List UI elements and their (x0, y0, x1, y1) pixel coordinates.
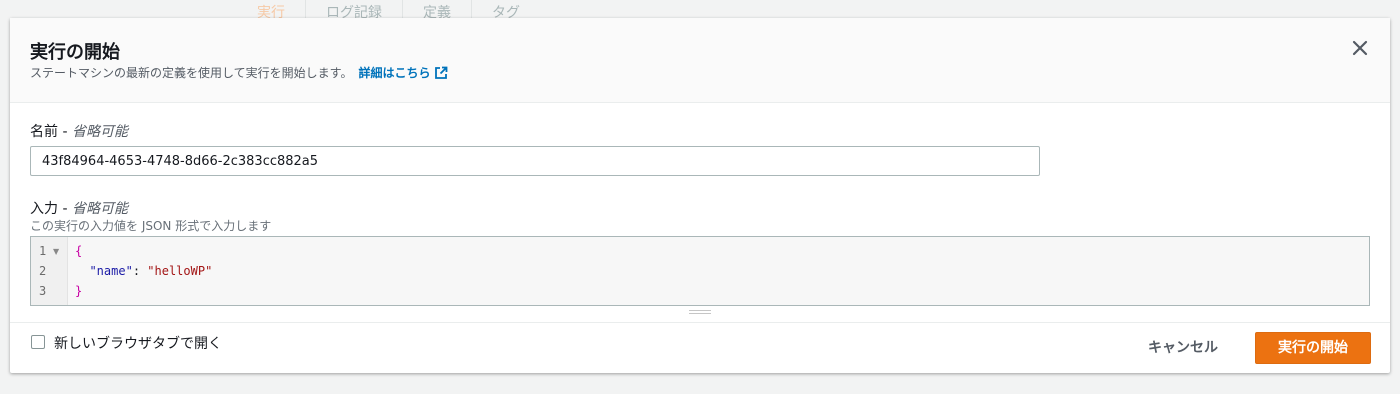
line-number: 2 (39, 264, 47, 278)
start-execution-button[interactable]: 実行の開始 (1255, 332, 1371, 364)
new-tab-label[interactable]: 新しいブラウザタブで開く (54, 333, 222, 353)
name-optional-text: 省略可能 (71, 124, 128, 140)
json-input-editor[interactable]: 1 ▼ 2 3 { "name": "helloWP" } (30, 236, 1370, 306)
tab-logging[interactable]: ログ記録 (306, 0, 403, 21)
code-line-2: "name": "helloWP" (75, 264, 212, 278)
input-field-label: 入力 - 省略可能 (30, 198, 128, 218)
cancel-button[interactable]: キャンセル (1133, 333, 1233, 363)
code-line-1: { (75, 244, 82, 258)
execution-name-input[interactable] (30, 146, 1040, 176)
input-label-text: 入力 - (30, 201, 72, 217)
name-field-label: 名前 - 省略可能 (30, 121, 128, 141)
modal-header: 実行の開始 ステートマシンの最新の定義を使用して実行を開始します。 詳細はこちら (10, 18, 1390, 103)
editor-resize-handle[interactable] (689, 308, 711, 316)
background-tabs: 実行 ログ記録 定義 タグ (237, 0, 540, 21)
line-number: 3 (39, 284, 47, 298)
tab-executions[interactable]: 実行 (237, 0, 306, 21)
code-line-3: } (75, 284, 82, 298)
start-execution-modal: 実行の開始 ステートマシンの最新の定義を使用して実行を開始します。 詳細はこちら … (10, 18, 1390, 373)
json-key: "name" (89, 264, 133, 278)
close-icon[interactable] (1350, 38, 1370, 58)
name-label-text: 名前 - (30, 124, 72, 140)
json-close-brace: } (75, 284, 83, 298)
modal-description: ステートマシンの最新の定義を使用して実行を開始します。 詳細はこちら (30, 64, 448, 83)
footer-divider (10, 322, 1390, 323)
new-tab-checkbox[interactable] (31, 335, 45, 349)
json-colon: : (132, 264, 148, 278)
fold-arrow-icon[interactable]: ▼ (53, 247, 59, 256)
tab-definition[interactable]: 定義 (403, 0, 472, 21)
modal-title: 実行の開始 (30, 42, 120, 63)
editor-gutter: 1 ▼ 2 3 (31, 237, 68, 305)
modal-description-text: ステートマシンの最新の定義を使用して実行を開始します。 (30, 66, 353, 80)
input-optional-text: 省略可能 (71, 201, 128, 217)
tab-tags[interactable]: タグ (472, 0, 540, 21)
learn-more-link[interactable]: 詳細はこちら (358, 66, 430, 80)
external-link-icon[interactable] (434, 66, 448, 83)
json-open-brace: { (75, 244, 83, 258)
json-value: "helloWP" (147, 264, 213, 278)
input-hint: この実行の入力値を JSON 形式で入力します (30, 219, 272, 233)
